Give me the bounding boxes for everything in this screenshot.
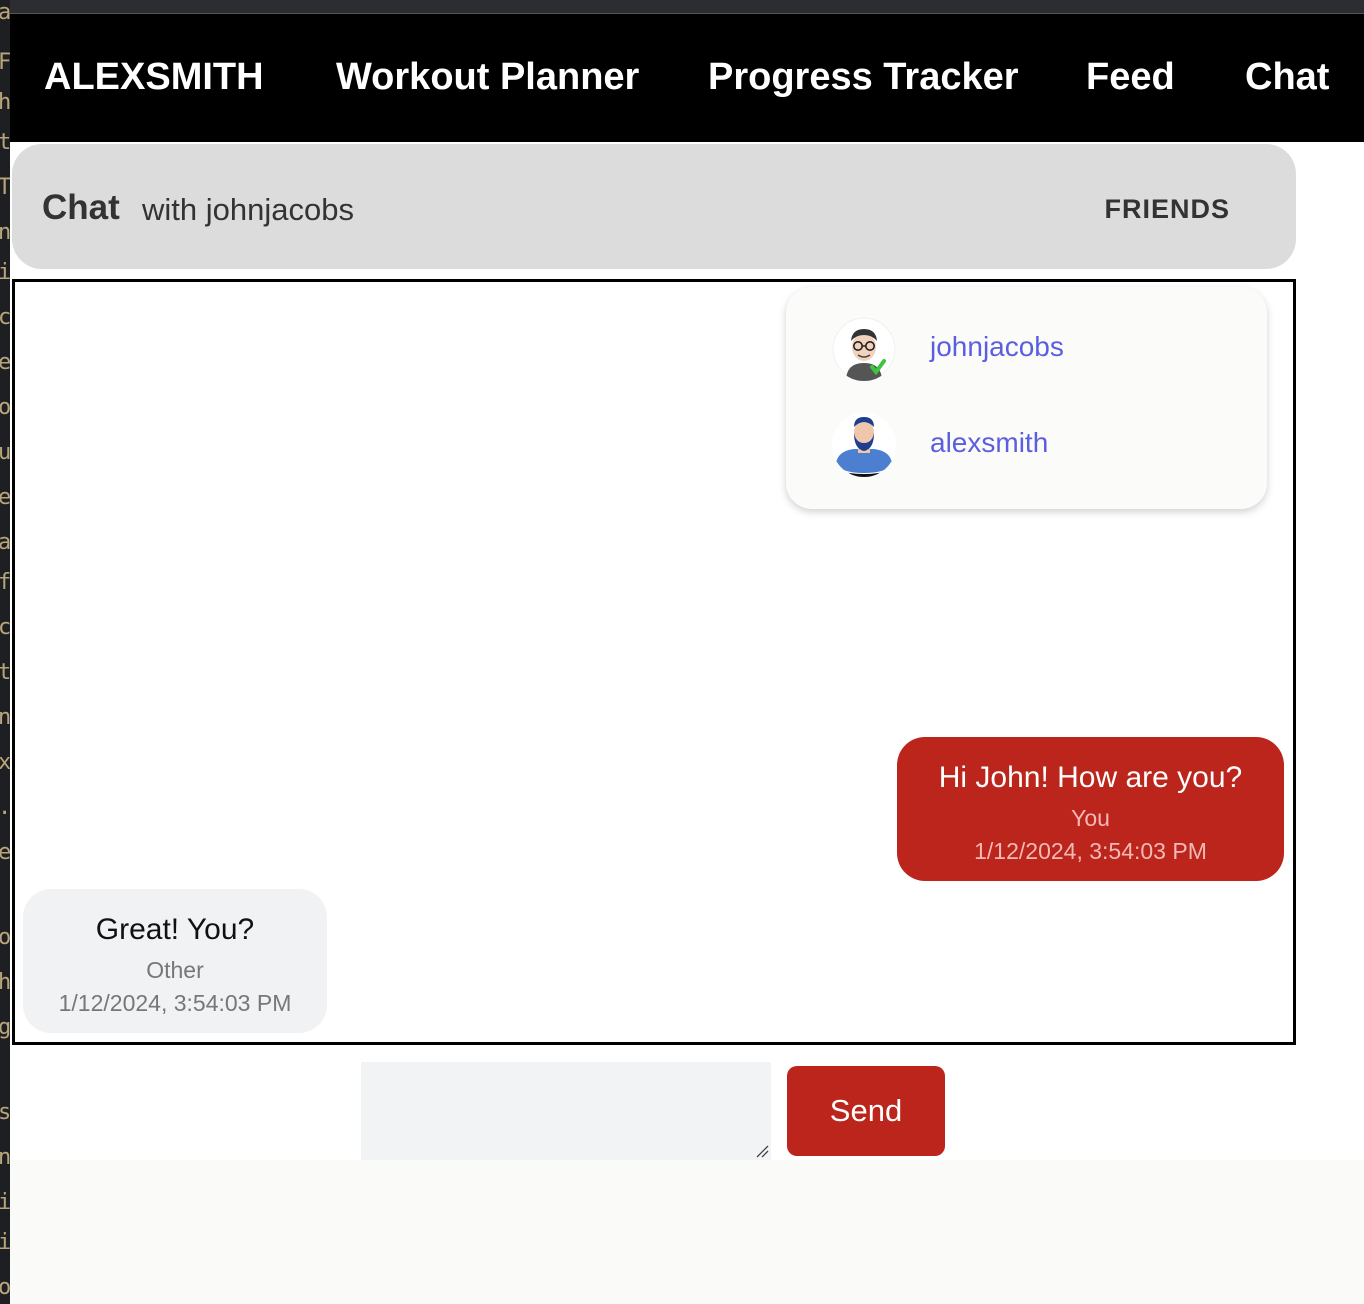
friend-name: johnjacobs: [930, 331, 1064, 362]
message-bubble-received: Great! You? Other 1/12/2024, 3:54:03 PM: [23, 889, 327, 1033]
friend-name: alexsmith: [930, 427, 1049, 458]
message-composer: Send: [10, 1047, 1296, 1160]
person-glasses-icon: [832, 317, 896, 381]
resize-grip-icon[interactable]: [755, 1144, 769, 1158]
friend-item-johnjacobs[interactable]: johnjacobs: [832, 317, 1232, 381]
person-beard-icon: [832, 413, 896, 477]
nav-item-chat[interactable]: Chat: [1245, 56, 1329, 99]
friends-dropdown: johnjacobs alexsmith: [786, 287, 1267, 509]
chat-page: Chat with johnjacobs FRIENDS johnjacobs …: [10, 142, 1364, 1160]
editor-side-strip: aFh tTn ice oue afc tnx .eo hgs nii o: [0, 0, 10, 1304]
message-text: Great! You?: [95, 913, 255, 946]
top-navbar: ALEXSMITH Workout Planner Progress Track…: [10, 14, 1364, 142]
nav-brand-alexsmith[interactable]: ALEXSMITH: [44, 56, 264, 99]
chat-header: Chat with johnjacobs FRIENDS: [12, 144, 1296, 269]
friend-item-alexsmith[interactable]: alexsmith: [832, 413, 1232, 477]
friends-button[interactable]: FRIENDS: [1104, 194, 1230, 225]
window-top-strip: [0, 0, 1364, 14]
message-timestamp: 1/12/2024, 3:54:03 PM: [974, 838, 1207, 864]
message-list[interactable]: johnjacobs alexsmith Hi John! How are yo…: [12, 279, 1296, 1045]
chat-with-label: with johnjacobs: [142, 192, 354, 227]
message-sender: You: [1071, 805, 1110, 831]
message-timestamp: 1/12/2024, 3:54:03 PM: [58, 990, 292, 1016]
nav-item-workout-planner[interactable]: Workout Planner: [336, 56, 639, 99]
nav-item-feed[interactable]: Feed: [1086, 56, 1175, 99]
message-text: Hi John! How are you?: [938, 761, 1243, 794]
chat-title: Chat: [42, 188, 120, 227]
message-input[interactable]: [361, 1062, 771, 1160]
message-bubble-sent: Hi John! How are you? You 1/12/2024, 3:5…: [897, 737, 1284, 881]
message-sender: Other: [146, 957, 204, 983]
send-button[interactable]: Send: [787, 1066, 945, 1156]
nav-item-progress-tracker[interactable]: Progress Tracker: [708, 56, 1019, 99]
